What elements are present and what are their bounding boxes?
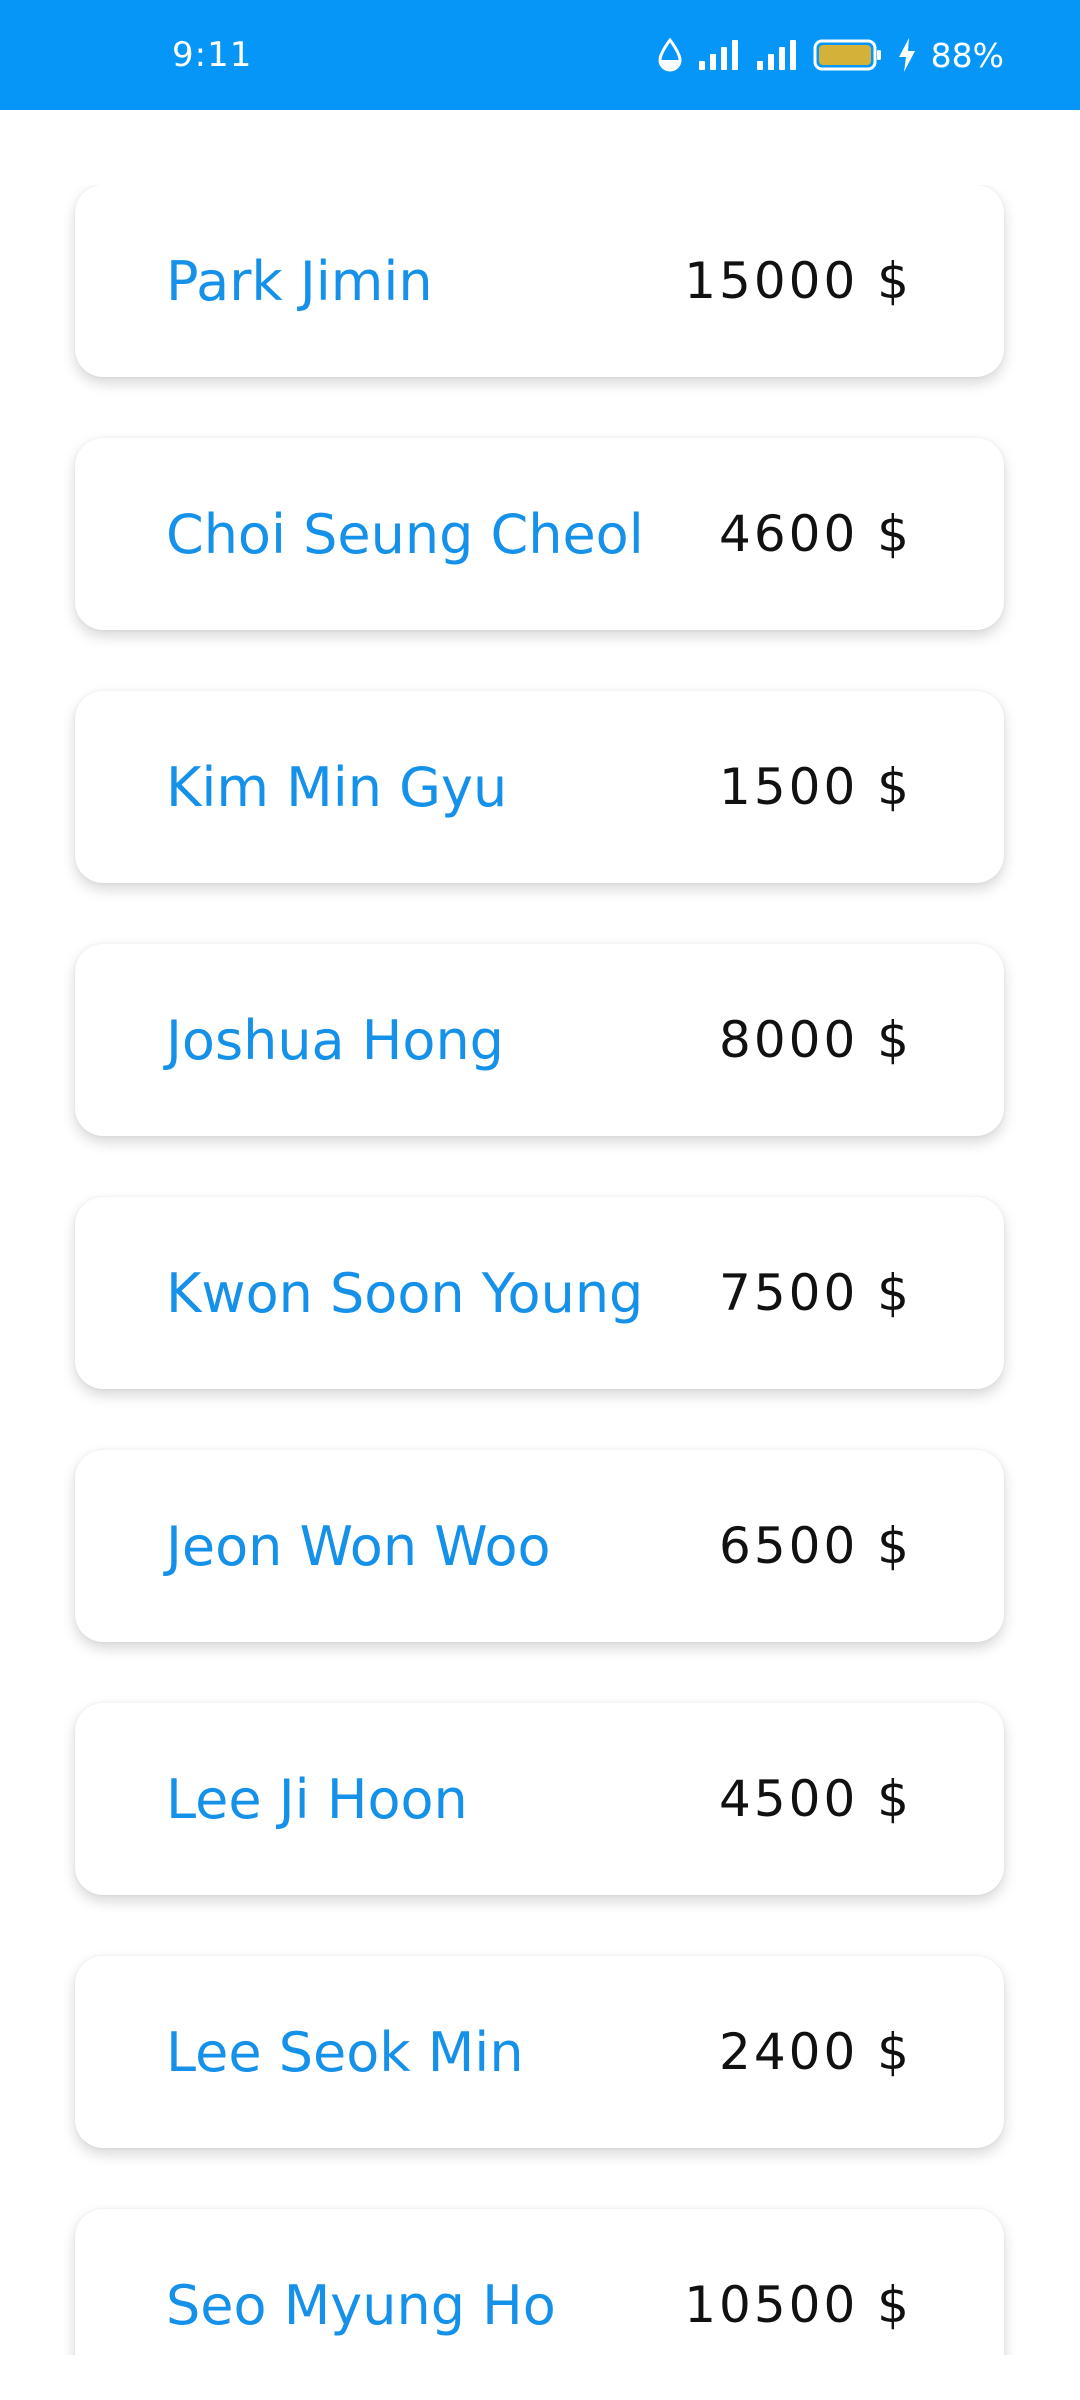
battery-icon xyxy=(813,38,883,72)
person-name: Choi Seung Cheol xyxy=(166,502,644,566)
status-time: 9:11 xyxy=(172,35,253,75)
amount-value: 15000 $ xyxy=(684,252,912,310)
amount-value: 6500 $ xyxy=(719,1517,912,1575)
status-bar: 9:11 88% xyxy=(0,0,1080,110)
signal-icon xyxy=(697,39,741,71)
water-drop-icon xyxy=(657,38,683,72)
list-item[interactable]: Kim Min Gyu 1500 $ xyxy=(75,691,1004,883)
amount-value: 2400 $ xyxy=(719,2023,912,2081)
person-name: Kim Min Gyu xyxy=(166,755,508,819)
list-item[interactable]: Lee Ji Hoon 4500 $ xyxy=(75,1703,1004,1895)
person-name: Joshua Hong xyxy=(166,1008,504,1072)
amount-value: 7500 $ xyxy=(719,1264,912,1322)
amount-value: 8000 $ xyxy=(719,1011,912,1069)
person-name: Seo Myung Ho xyxy=(166,2273,556,2337)
person-name: Park Jimin xyxy=(166,249,433,313)
amount-value: 4500 $ xyxy=(719,1770,912,1828)
status-icons: 88% xyxy=(657,0,1004,110)
amount-value: 10500 $ xyxy=(684,2276,912,2334)
person-name: Lee Seok Min xyxy=(166,2020,524,2084)
amount-value: 4600 $ xyxy=(719,505,912,563)
person-name: Kwon Soon Young xyxy=(166,1261,644,1325)
list-item[interactable]: Park Jimin 15000 $ xyxy=(75,185,1004,377)
charging-bolt-icon xyxy=(897,37,917,73)
list-item[interactable]: Kwon Soon Young 7500 $ xyxy=(75,1197,1004,1389)
signal-icon xyxy=(755,39,799,71)
list-item[interactable]: Lee Seok Min 2400 $ xyxy=(75,1956,1004,2148)
list-item[interactable]: Joshua Hong 8000 $ xyxy=(75,944,1004,1136)
list-item[interactable]: Choi Seung Cheol 4600 $ xyxy=(75,438,1004,630)
battery-percent: 88% xyxy=(930,35,1004,75)
person-name: Jeon Won Woo xyxy=(166,1514,551,1578)
amount-value: 1500 $ xyxy=(719,758,912,816)
person-name: Lee Ji Hoon xyxy=(166,1767,468,1831)
list-item[interactable]: Seo Myung Ho 10500 $ xyxy=(75,2209,1004,2355)
amount-list[interactable]: Park Jimin 15000 $ Choi Seung Cheol 4600… xyxy=(0,185,1080,2355)
list-item[interactable]: Jeon Won Woo 6500 $ xyxy=(75,1450,1004,1642)
